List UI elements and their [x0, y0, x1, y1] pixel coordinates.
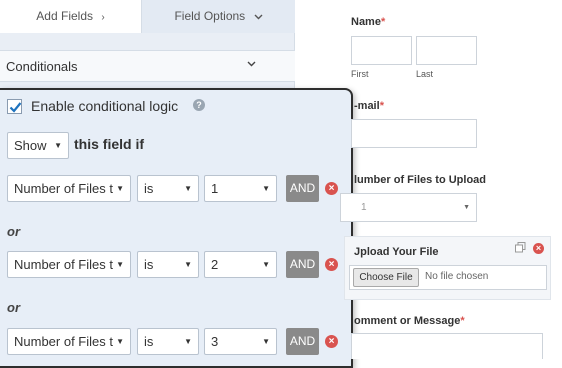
caret-down-icon: ▼ — [184, 184, 192, 193]
chevron-right-icon: › — [101, 12, 105, 23]
number-of-files-label: lumber of Files to Upload — [354, 174, 487, 186]
comment-textarea[interactable] — [351, 333, 543, 359]
choose-file-button[interactable]: Choose File — [353, 268, 419, 287]
duplicate-icon[interactable] — [515, 242, 526, 256]
caret-down-icon: ▼ — [262, 184, 270, 193]
remove-rule-icon[interactable]: × — [325, 335, 338, 348]
caret-down-icon: ▼ — [262, 337, 270, 346]
sidebar-tabs: Add Fields › Field Options — [0, 0, 295, 33]
conditionals-section-header[interactable]: Conditionals — [0, 50, 295, 82]
number-of-files-value: 1 — [361, 202, 367, 213]
rule-value-select[interactable]: 3 ▼ — [204, 328, 277, 355]
rule-value: 3 — [211, 334, 219, 349]
caret-down-icon: ▼ — [463, 204, 470, 211]
enable-conditional-logic-checkbox[interactable] — [7, 99, 22, 114]
rule-field-select[interactable]: Number of Files t ▼ — [7, 328, 131, 355]
number-of-files-select[interactable]: 1 ▼ — [340, 193, 477, 222]
chevron-down-icon[interactable] — [247, 56, 256, 70]
enable-conditional-logic-label: Enable conditional logic — [31, 98, 179, 114]
rule-value-select[interactable]: 1 ▼ — [204, 175, 277, 202]
first-sublabel: First — [351, 69, 369, 79]
or-label: or — [7, 300, 20, 315]
first-name-input[interactable] — [351, 36, 412, 65]
rule-value: 1 — [211, 181, 219, 196]
rule-operator-value: is — [144, 334, 154, 349]
checkmark-icon — [9, 102, 22, 113]
show-hide-select[interactable]: Show ▼ — [7, 132, 69, 159]
tab-field-options[interactable]: Field Options — [142, 0, 295, 33]
show-field-if-label: this field if — [74, 136, 144, 152]
rule-value: 2 — [211, 257, 219, 272]
rule-operator-select[interactable]: is ▼ — [137, 175, 199, 202]
delete-circle-icon[interactable]: × — [533, 243, 544, 254]
and-button[interactable]: AND — [286, 175, 319, 202]
rule-field-select[interactable]: Number of Files t ▼ — [7, 251, 131, 278]
remove-rule-icon[interactable]: × — [325, 182, 338, 195]
chevron-down-icon — [254, 12, 263, 23]
rule-operator-select[interactable]: is ▼ — [137, 328, 199, 355]
comment-field-label: omment or Message* — [354, 315, 465, 327]
rule-operator-value: is — [144, 257, 154, 272]
rule-operator-value: is — [144, 181, 154, 196]
email-input[interactable] — [351, 119, 477, 148]
rule-field-select[interactable]: Number of Files t ▼ — [7, 175, 131, 202]
tab-add-fields[interactable]: Add Fields › — [0, 0, 142, 33]
rule-field-value: Number of Files t — [14, 334, 113, 349]
and-button[interactable]: AND — [286, 328, 319, 355]
caret-down-icon: ▼ — [184, 337, 192, 346]
tab-field-options-label: Field Options — [174, 9, 246, 23]
remove-rule-icon[interactable]: × — [325, 258, 338, 271]
caret-down-icon: ▼ — [116, 184, 124, 193]
question-circle-icon[interactable]: ? — [193, 99, 205, 111]
caret-down-icon: ▼ — [184, 260, 192, 269]
last-name-input[interactable] — [416, 36, 477, 65]
last-sublabel: Last — [416, 69, 434, 79]
caret-down-icon: ▼ — [54, 141, 62, 150]
file-status-text: No file chosen — [425, 271, 489, 282]
upload-file-label: Jpload Your File — [354, 246, 439, 258]
tab-add-fields-label: Add Fields — [36, 9, 93, 23]
rule-value-select[interactable]: 2 ▼ — [204, 251, 277, 278]
caret-down-icon: ▼ — [262, 260, 270, 269]
rule-field-value: Number of Files t — [14, 181, 113, 196]
conditionals-label: Conditionals — [6, 59, 78, 74]
or-label: or — [7, 224, 20, 239]
rule-field-value: Number of Files t — [14, 257, 113, 272]
email-field-label: -mail* — [354, 100, 384, 112]
conditional-logic-panel: Enable conditional logic ? — [0, 88, 353, 368]
rule-operator-select[interactable]: is ▼ — [137, 251, 199, 278]
and-button[interactable]: AND — [286, 251, 319, 278]
caret-down-icon: ▼ — [116, 260, 124, 269]
name-field-label: Name* — [351, 16, 386, 28]
show-hide-value: Show — [14, 138, 47, 153]
caret-down-icon: ▼ — [116, 337, 124, 346]
